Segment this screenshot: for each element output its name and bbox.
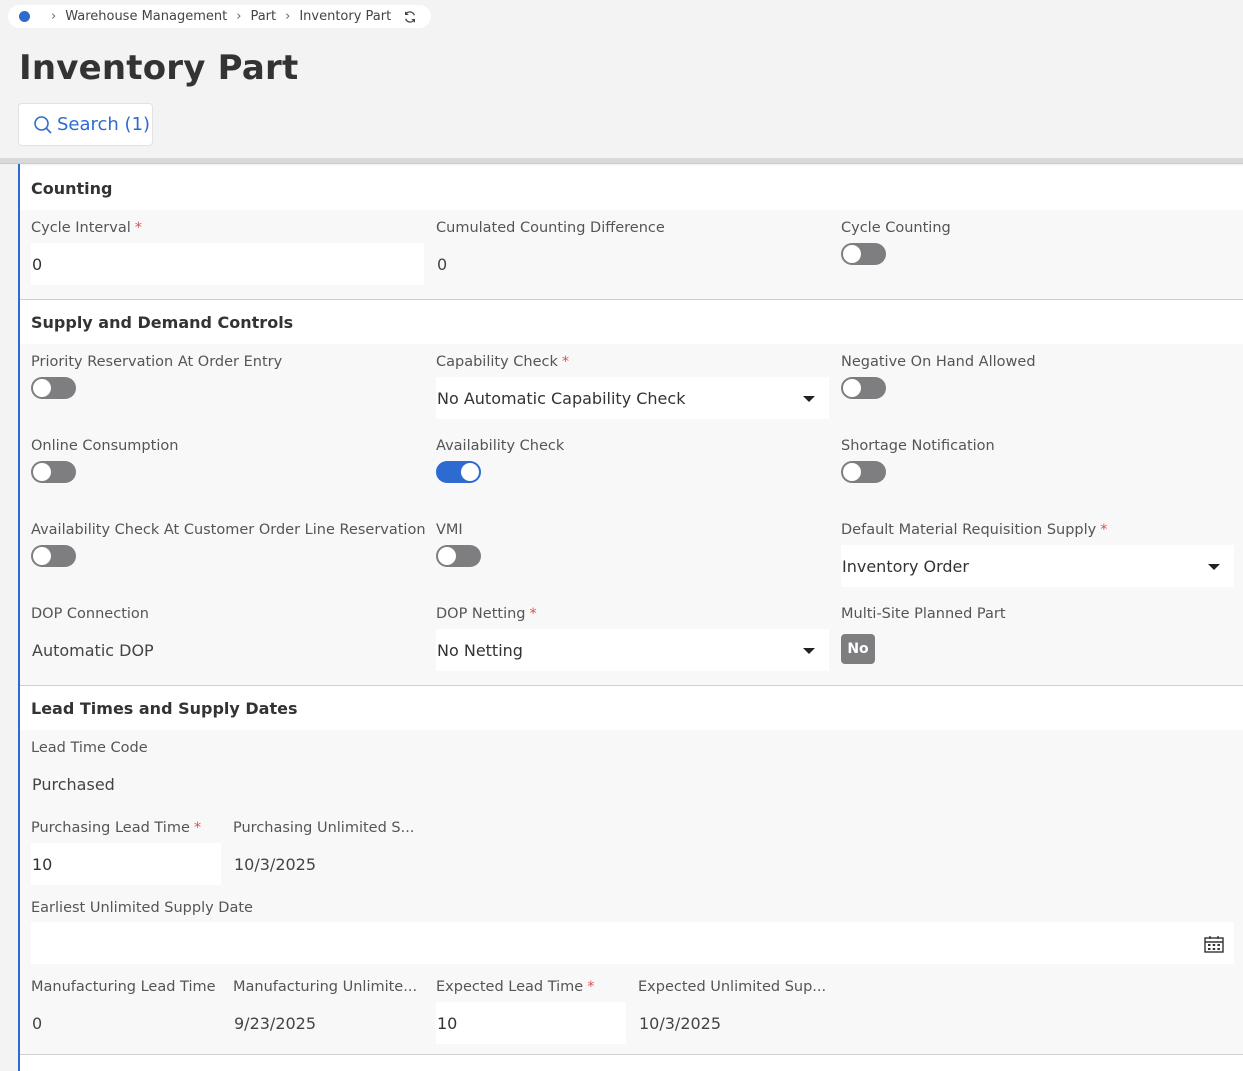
priority-reservation-label: Priority Reservation At Order Entry <box>31 354 283 370</box>
shortage-notification-toggle[interactable] <box>841 461 886 483</box>
vmi-toggle[interactable] <box>436 545 481 567</box>
expected-unlimited-supply-label: Expected Unlimited Sup... <box>638 979 827 995</box>
breadcrumb-item-inventory-part: Inventory Part <box>299 9 392 24</box>
online-consumption-toggle[interactable] <box>31 461 76 483</box>
vmi-label: VMI <box>436 522 463 538</box>
availability-check-col-reservation-toggle[interactable] <box>31 545 76 567</box>
expected-unlimited-supply-value: 10/3/2025 <box>639 1014 722 1033</box>
capability-check-label: Capability Check * <box>436 354 570 370</box>
purchasing-lead-time-label: Purchasing Lead Time * <box>31 820 202 836</box>
cycle-interval-label: Cycle Interval * <box>31 220 143 236</box>
lead-time-code-value: Purchased <box>32 775 115 794</box>
calendar-icon[interactable] <box>1204 935 1224 953</box>
cycle-interval-input[interactable]: 0 <box>31 243 424 285</box>
dropdown-arrow-icon <box>803 396 815 402</box>
page-title: Inventory Part <box>19 48 299 88</box>
dop-connection-label: DOP Connection <box>31 606 149 622</box>
form-content: Counting Cycle Interval * 0 Cumulated Cou… <box>18 164 1243 1071</box>
lead-time-code-label: Lead Time Code <box>31 740 148 756</box>
default-material-requisition-supply-label: Default Material Requisition Supply * <box>841 522 1108 538</box>
capability-check-select[interactable]: No Automatic Capability Check <box>436 377 829 419</box>
cycle-counting-toggle[interactable] <box>841 243 886 265</box>
breadcrumb: › Warehouse Management › Part › Inventor… <box>8 5 432 28</box>
home-icon[interactable] <box>19 11 30 22</box>
breadcrumb-item-part[interactable]: Part <box>250 9 276 24</box>
negative-on-hand-toggle[interactable] <box>841 377 886 399</box>
dop-netting-select[interactable]: No Netting <box>436 629 829 671</box>
search-icon <box>34 115 52 134</box>
multi-site-planned-part-label: Multi-Site Planned Part <box>841 606 1006 622</box>
earliest-unlimited-supply-date-label: Earliest Unlimited Supply Date <box>31 900 253 916</box>
refresh-icon[interactable] <box>403 10 417 24</box>
manufacturing-lead-time-label: Manufacturing Lead Time <box>31 979 216 995</box>
cumulated-counting-difference-value: 0 <box>437 255 448 274</box>
group-next-header[interactable] <box>20 1055 1243 1071</box>
chevron-right-icon: › <box>236 9 242 24</box>
dropdown-arrow-icon <box>1208 564 1220 570</box>
dropdown-arrow-icon <box>803 648 815 654</box>
manufacturing-lead-time-value: 0 <box>32 1014 43 1033</box>
shortage-notification-label: Shortage Notification <box>841 438 995 454</box>
chevron-right-icon: › <box>285 9 291 24</box>
availability-check-toggle[interactable] <box>436 461 481 483</box>
default-material-requisition-supply-select[interactable]: Inventory Order <box>841 545 1234 587</box>
availability-check-col-reservation-label: Availability Check At Customer Order Lin… <box>31 522 426 538</box>
expected-lead-time-label: Expected Lead Time * <box>436 979 595 995</box>
group-counting-header[interactable]: Counting <box>20 166 1243 210</box>
search-button-label: Search (1) <box>57 114 151 135</box>
group-supply-header[interactable]: Supply and Demand Controls <box>20 300 1243 344</box>
search-button[interactable]: Search (1) <box>18 103 153 146</box>
expected-lead-time-input[interactable]: 10 <box>436 1002 626 1044</box>
group-lead-times-header[interactable]: Lead Times and Supply Dates <box>20 686 1243 730</box>
cycle-counting-label: Cycle Counting <box>841 220 951 236</box>
chevron-right-icon: › <box>51 9 57 24</box>
cumulated-counting-difference-label: Cumulated Counting Difference <box>436 220 665 236</box>
dop-connection-value: Automatic DOP <box>32 641 154 660</box>
default-material-requisition-supply-value: Inventory Order <box>842 556 969 576</box>
manufacturing-unlimited-supply-label: Manufacturing Unlimite... <box>233 979 418 995</box>
manufacturing-unlimited-supply-value: 9/23/2025 <box>234 1014 317 1033</box>
negative-on-hand-label: Negative On Hand Allowed <box>841 354 1036 370</box>
breadcrumb-item-warehouse[interactable]: Warehouse Management <box>65 9 227 24</box>
dop-netting-label: DOP Netting * <box>436 606 537 622</box>
multi-site-planned-part-badge: No <box>841 634 875 664</box>
purchasing-unlimited-supply-value: 10/3/2025 <box>234 855 317 874</box>
availability-check-label: Availability Check <box>436 438 565 454</box>
capability-check-value: No Automatic Capability Check <box>437 388 686 408</box>
purchasing-lead-time-input[interactable]: 10 <box>31 843 221 885</box>
priority-reservation-toggle[interactable] <box>31 377 76 399</box>
purchasing-unlimited-supply-label: Purchasing Unlimited S... <box>233 820 415 836</box>
earliest-unlimited-supply-date-input[interactable] <box>31 922 1234 964</box>
dop-netting-value: No Netting <box>437 640 523 660</box>
online-consumption-label: Online Consumption <box>31 438 179 454</box>
